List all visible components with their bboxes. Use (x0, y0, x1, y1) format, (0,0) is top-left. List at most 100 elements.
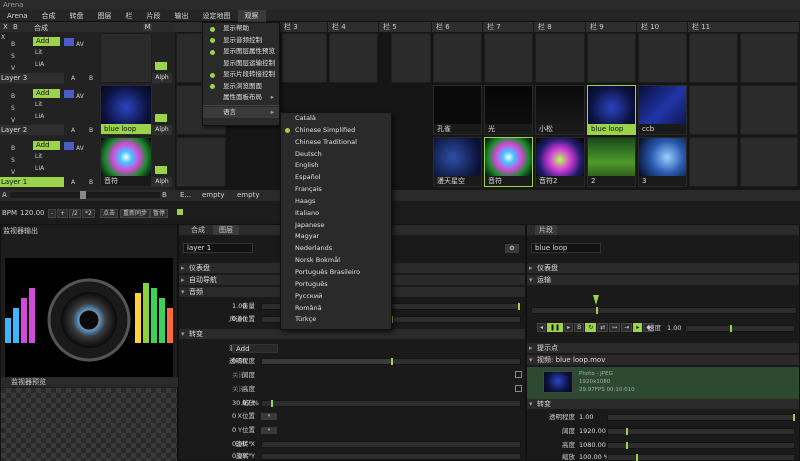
clip-slot[interactable] (535, 33, 585, 83)
layer-lit[interactable]: Lit (35, 100, 42, 109)
layer-b[interactable]: B (11, 40, 15, 49)
blend-mode-select[interactable]: Add (232, 344, 278, 353)
layer-s[interactable]: S (11, 156, 15, 165)
view-menu-item[interactable]: 显示浏览图面 (203, 81, 279, 93)
bpm-pause-button[interactable]: 暂停 (150, 209, 169, 218)
language-item[interactable]: Norsk Bokmål (281, 255, 391, 267)
clip-slot[interactable] (689, 85, 738, 135)
layer-thumbnail[interactable]: 音符 (100, 137, 152, 187)
view-menu-item[interactable]: 显示图层运输控制 (203, 58, 279, 70)
language-item[interactable]: Português Brasileiro (281, 267, 391, 279)
column-header[interactable]: 栏 9 (586, 22, 637, 32)
rotation-x-value[interactable]: 0.00 ° (232, 439, 252, 449)
pan-value[interactable]: 0.00 (232, 314, 246, 324)
layer-a-indicator[interactable] (64, 142, 74, 150)
speed-slider[interactable] (685, 325, 795, 332)
clip-height-slider[interactable] (607, 442, 795, 449)
language-item[interactable]: Català (281, 113, 391, 125)
layer-s[interactable]: S (11, 52, 15, 61)
menu-deck[interactable]: 转盘 (63, 10, 91, 22)
scale-value[interactable]: 30.97 % (232, 398, 259, 408)
clip-slot[interactable] (689, 33, 738, 83)
clip-height-value[interactable]: 1080.00 (579, 440, 606, 450)
comp-m-button[interactable]: M (143, 23, 152, 31)
layer-av[interactable]: AV (76, 144, 84, 153)
layer-alpha[interactable]: Alph (152, 73, 172, 83)
volume-value[interactable]: 1.00 (232, 301, 246, 311)
clip-thumbnail-active[interactable]: blue loop (587, 85, 636, 135)
width-checkbox[interactable] (515, 371, 522, 378)
language-item[interactable]: Magyar (281, 231, 391, 243)
layer-lit[interactable]: Lit (35, 48, 42, 57)
position-x-menu[interactable]: ▾ (261, 413, 277, 420)
language-item-selected[interactable]: Chinese Simplified (281, 125, 391, 137)
rotation-y-value[interactable]: 0.00 ° (232, 451, 252, 461)
clip-slot[interactable] (740, 137, 798, 187)
random-icon[interactable]: ↦ (609, 323, 621, 332)
comp-x-button[interactable]: X (3, 23, 8, 31)
clip-name-input[interactable]: blue loop (531, 243, 601, 253)
column-header[interactable]: 栏 8 (534, 22, 586, 32)
view-menu-item[interactable]: 显示帮助 (203, 23, 279, 35)
language-item[interactable]: Русский (281, 291, 391, 303)
clip-scale-slider[interactable] (607, 454, 795, 461)
comp-b-button[interactable]: B (13, 23, 18, 31)
layer-b-button[interactable]: B (89, 74, 93, 83)
layer-b-button[interactable]: B (89, 178, 93, 187)
section-video[interactable]: 视频: blue loop.mov (527, 355, 799, 365)
clip-thumbnail[interactable]: 3 (638, 137, 687, 187)
clip-thumbnail[interactable]: 2 (587, 137, 636, 187)
skip-icon[interactable]: ⇥ (621, 323, 633, 332)
clip-slot[interactable] (638, 33, 687, 83)
crossfader-a[interactable]: A (2, 191, 7, 199)
layer-v[interactable]: V (11, 64, 15, 73)
language-item[interactable]: English (281, 160, 391, 172)
layer-a-button[interactable]: A (71, 74, 75, 83)
layer-opacity-fader[interactable] (155, 114, 167, 122)
clip-opacity-slider[interactable] (607, 414, 795, 421)
clip-slot[interactable] (484, 33, 533, 83)
clip-slot[interactable] (391, 33, 431, 83)
bpm-plus-button[interactable]: + (57, 209, 69, 218)
clip-slot[interactable] (281, 33, 327, 83)
menu-mapping[interactable]: 设定地图 (196, 10, 238, 22)
view-menu-item[interactable]: 显示片段转接控制 (203, 69, 279, 81)
clip-opacity-value[interactable]: 1.00 (579, 412, 593, 422)
rotation-x-slider[interactable] (261, 441, 521, 448)
layer-a-indicator[interactable] (64, 38, 74, 46)
layer-v[interactable]: V (11, 116, 15, 125)
language-item[interactable]: Haags (281, 196, 391, 208)
view-menu-item[interactable]: 属性面板布局 ▸ (203, 92, 279, 104)
rotation-y-slider[interactable] (261, 453, 521, 460)
layer-b[interactable]: B (11, 92, 15, 101)
layer-name-input[interactable]: layer 1 (183, 243, 253, 253)
layer-blend-button[interactable]: Add (33, 89, 60, 98)
layer-alpha[interactable]: Alph (152, 125, 172, 135)
layer-opacity-fader[interactable] (155, 62, 167, 70)
clip-slot[interactable] (176, 137, 226, 187)
tab-layer[interactable]: 图层 (213, 225, 239, 235)
tab-clip[interactable]: 片段 (535, 225, 557, 235)
view-menu-item[interactable]: 显示图层属性预览 (203, 46, 279, 58)
clip-slot[interactable] (740, 85, 798, 135)
language-item[interactable]: Français (281, 184, 391, 196)
layer-av[interactable]: AV (76, 92, 84, 101)
height-value[interactable]: 关闭 (232, 384, 245, 394)
bpm-half-button[interactable]: /2 (69, 209, 81, 218)
section-cue-points[interactable]: 提示点 (527, 343, 799, 353)
layer-lia[interactable]: LIA (35, 164, 44, 173)
height-checkbox[interactable] (515, 385, 522, 392)
clip-slot[interactable] (740, 33, 798, 83)
loop-icon[interactable]: ↻ (585, 323, 597, 332)
column-header[interactable]: 栏 3 (280, 22, 328, 32)
menu-view[interactable]: 观察 (237, 9, 266, 22)
clip-thumbnail[interactable]: 光 (484, 85, 533, 135)
deck-tab[interactable]: empty (237, 191, 267, 199)
clip-timeline[interactable] (531, 307, 797, 314)
column-header[interactable]: 栏 10 (637, 22, 688, 32)
layer-b[interactable]: B (11, 144, 15, 153)
deck-tab[interactable]: empty (202, 191, 232, 199)
bpm-tap-button[interactable]: 点击 (100, 209, 119, 218)
layer-x[interactable]: X (1, 33, 5, 42)
clip-thumbnail[interactable]: 音符2 (535, 137, 585, 187)
